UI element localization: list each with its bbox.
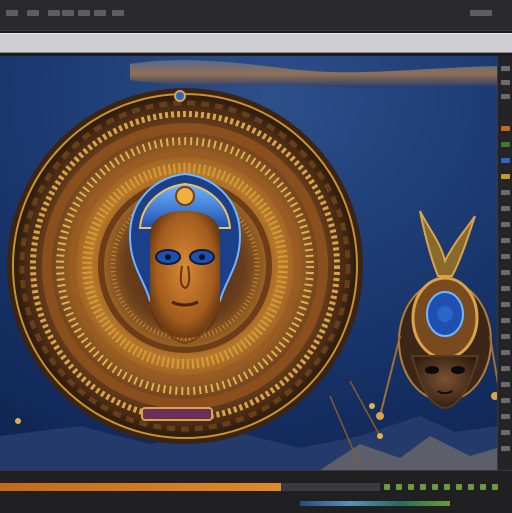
panel-item-21[interactable] — [501, 398, 510, 403]
right-tool-panel[interactable] — [497, 56, 512, 470]
panel-item-20[interactable] — [501, 382, 510, 387]
panel-item-16[interactable] — [501, 318, 510, 323]
status-icon-3[interactable] — [408, 484, 414, 490]
status-icon-7[interactable] — [456, 484, 462, 490]
progress-fill — [0, 483, 282, 491]
status-icon-2[interactable] — [396, 484, 402, 490]
panel-item-7[interactable] — [501, 174, 510, 179]
menu-item-6[interactable] — [94, 10, 106, 16]
panel-item-6[interactable] — [501, 158, 510, 163]
panel-item-4[interactable] — [501, 126, 510, 131]
status-icon-8[interactable] — [468, 484, 474, 490]
panel-item-15[interactable] — [501, 302, 510, 307]
progress-bar — [0, 483, 380, 491]
menu-item-2[interactable] — [27, 10, 39, 16]
panel-item-22[interactable] — [501, 414, 510, 419]
status-icon-10[interactable] — [492, 484, 498, 490]
status-bar — [0, 470, 512, 513]
panel-item-11[interactable] — [501, 238, 510, 243]
panel-item-1[interactable] — [501, 66, 510, 71]
artwork — [0, 56, 497, 470]
panel-item-24[interactable] — [501, 446, 510, 451]
panel-item-13[interactable] — [501, 270, 510, 275]
panel-item-9[interactable] — [501, 206, 510, 211]
panel-item-3[interactable] — [501, 94, 510, 99]
menu-item-8[interactable] — [470, 10, 492, 16]
menu-item-3[interactable] — [48, 10, 60, 16]
image-canvas[interactable] — [0, 56, 497, 470]
status-icon-4[interactable] — [420, 484, 426, 490]
panel-item-18[interactable] — [501, 350, 510, 355]
status-icon-9[interactable] — [480, 484, 486, 490]
panel-item-14[interactable] — [501, 286, 510, 291]
panel-item-5[interactable] — [501, 142, 510, 147]
panel-item-23[interactable] — [501, 430, 510, 435]
panel-item-12[interactable] — [501, 254, 510, 259]
menu-item-5[interactable] — [78, 10, 90, 16]
menu-item-4[interactable] — [62, 10, 74, 16]
status-icon-1[interactable] — [384, 484, 390, 490]
status-icon-5[interactable] — [432, 484, 438, 490]
title-bar — [0, 0, 512, 31]
thumbnail-strip[interactable] — [300, 501, 450, 506]
menu-item-7[interactable] — [112, 10, 124, 16]
panel-item-19[interactable] — [501, 366, 510, 371]
toolbar[interactable] — [0, 33, 512, 53]
panel-item-10[interactable] — [501, 222, 510, 227]
menu-item-1[interactable] — [6, 10, 18, 16]
panel-item-17[interactable] — [501, 334, 510, 339]
sunburst-mask — [7, 88, 363, 444]
panel-item-8[interactable] — [501, 190, 510, 195]
panel-item-2[interactable] — [501, 80, 510, 85]
status-icon-6[interactable] — [444, 484, 450, 490]
